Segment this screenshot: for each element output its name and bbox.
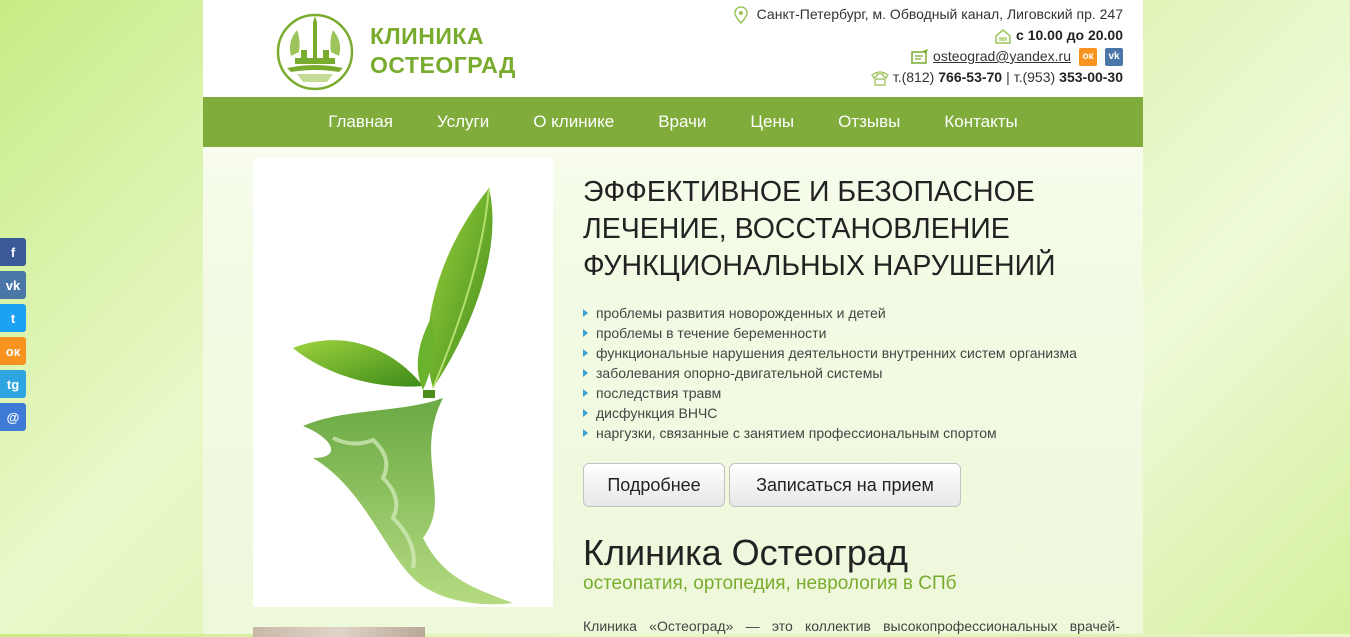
book-appointment-button[interactable]: Записаться на прием	[729, 463, 961, 507]
logo-text[interactable]: КЛИНИКА ОСТЕОГРАД	[370, 22, 516, 80]
hero-title: ЭФФЕКТИВНОЕ И БЕЗОПАСНОЕ ЛЕЧЕНИЕ, ВОССТА…	[583, 176, 1056, 282]
features-list: проблемы развития новорожденных и детей …	[583, 303, 1077, 443]
phone2-number[interactable]: 353-00-30	[1059, 67, 1123, 88]
clinic-subtitle: остеопатия, ортопедия, неврология в СПб	[583, 573, 957, 594]
facebook-share-icon[interactable]: f	[0, 238, 26, 266]
doctor-photo-preview	[253, 627, 425, 637]
odnoklassniki-icon[interactable]: ок	[1079, 47, 1097, 66]
address-text: Санкт-Петербург, м. Обводный канал, Лиго…	[756, 6, 1123, 22]
email-link[interactable]: osteograd@yandex.ru	[933, 46, 1071, 67]
vk-icon[interactable]: vk	[1105, 47, 1123, 66]
nav-item-reviews[interactable]: Отзывы	[838, 112, 900, 132]
address-row: Санкт-Петербург, м. Обводный канал, Лиго…	[733, 4, 1123, 25]
leaf-sprout-icon	[293, 187, 513, 605]
nav-item-about[interactable]: О клинике	[533, 112, 614, 132]
clinic-title: Клиника Остеоград	[583, 532, 908, 573]
email-share-icon[interactable]: @	[0, 403, 26, 431]
feature-item: последствия травм	[583, 383, 1077, 403]
clinic-description: Клиника «Остеоград» — это коллектив высо…	[583, 618, 1120, 634]
odnoklassniki-share-icon[interactable]: ок	[0, 337, 26, 365]
nav-item-doctors[interactable]: Врачи	[658, 112, 706, 132]
telegram-share-icon[interactable]: tg	[0, 370, 26, 398]
vk-share-icon[interactable]: vk	[0, 271, 26, 299]
feature-item: проблемы в течение беременности	[583, 323, 1077, 343]
phone2-prefix: т.(953)	[1013, 69, 1056, 85]
nav-item-services[interactable]: Услуги	[437, 112, 489, 132]
more-button[interactable]: Подробнее	[583, 463, 725, 507]
email-row: osteograd@yandex.ru ок vk	[734, 46, 1123, 67]
email-icon	[911, 48, 929, 64]
hero-leaf-image	[253, 158, 553, 607]
phone-separator: |	[1006, 69, 1010, 85]
main-nav: Главная Услуги О клинике Врачи Цены Отзы…	[203, 97, 1143, 147]
logo-line2: ОСТЕОГРАД	[370, 52, 516, 78]
location-pin-icon	[733, 5, 748, 24]
page-container: КЛИНИКА ОСТЕОГРАД Санкт-Петербург, м. Об…	[203, 0, 1143, 637]
nav-item-home[interactable]: Главная	[328, 112, 393, 132]
feature-item: дисфункция ВНЧС	[583, 403, 1077, 423]
feature-item: наргузки, связанные с занятием профессио…	[583, 423, 1077, 443]
phone-row: т.(812) 766-53-70 | т.(953) 353-00-30	[734, 67, 1123, 88]
hours-row: с 10.00 до 20.00	[734, 25, 1123, 46]
nav-item-prices[interactable]: Цены	[750, 112, 794, 132]
header-contacts: Санкт-Петербург, м. Обводный канал, Лиго…	[733, 4, 1123, 88]
hours-text: с 10.00 до 20.00	[1016, 27, 1123, 43]
header: КЛИНИКА ОСТЕОГРАД Санкт-Петербург, м. Об…	[203, 0, 1143, 97]
clinic-logo[interactable]	[275, 12, 355, 92]
feature-item: проблемы развития новорожденных и детей	[583, 303, 1077, 323]
twitter-share-icon[interactable]: t	[0, 304, 26, 332]
share-sidebar: f vk t ок tg @	[0, 238, 26, 436]
feature-item: заболевания опорно-двигательной системы	[583, 363, 1077, 383]
nav-item-contacts[interactable]: Контакты	[944, 112, 1017, 132]
phone1-number[interactable]: 766-53-70	[938, 67, 1002, 88]
feature-item: функциональные нарушения деятельности вн…	[583, 343, 1077, 363]
clock-house-icon	[995, 28, 1011, 44]
phone1-prefix: т.(812)	[892, 69, 935, 85]
logo-line1: КЛИНИКА	[370, 23, 484, 49]
phone-icon	[870, 70, 889, 86]
